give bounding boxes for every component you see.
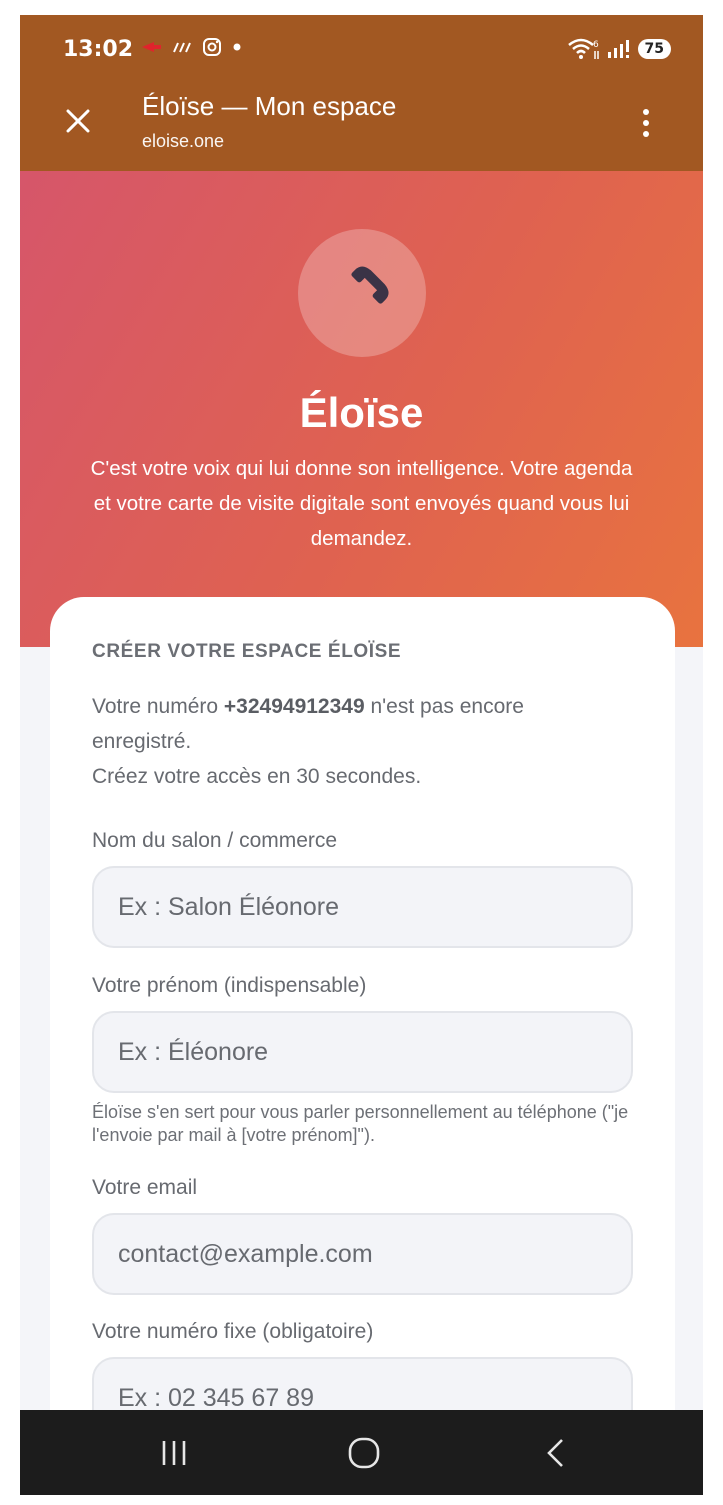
battery-indicator: 75 (637, 39, 671, 59)
app-url: eloise.one (142, 131, 225, 151)
signup-card: CRÉER VOTRE ESPACE ÉLOÏSE Votre numéro +… (50, 597, 675, 1495)
wifi-icon: 6 (567, 38, 599, 59)
hero-title: Éloïse (299, 389, 424, 436)
cell-signal-icon (607, 40, 629, 58)
firstname-label: Votre prénom (indispensable) (92, 974, 367, 997)
red-arrow-icon (142, 42, 161, 52)
close-icon (66, 109, 90, 133)
hero-subtitle: C'est votre voix qui lui donne son intel… (90, 457, 633, 550)
recent-apps-button[interactable] (144, 1430, 204, 1476)
home-button[interactable] (334, 1430, 394, 1476)
app-bar: Éloïse — Mon espace eloise.one (20, 87, 703, 171)
home-icon (348, 1437, 380, 1469)
back-icon (547, 1439, 563, 1467)
more-dot-icon (643, 120, 649, 126)
firstname-input[interactable] (92, 1011, 633, 1093)
hero-section: Éloïse C'est votre voix qui lui donne so… (20, 171, 703, 647)
status-time: 13:02 (63, 37, 134, 62)
recent-apps-icon (162, 1441, 186, 1465)
salon-input[interactable] (92, 866, 633, 948)
status-right: 6 75 (566, 37, 671, 61)
more-dot-icon (643, 131, 649, 137)
dot-icon (233, 43, 241, 51)
card-heading: CRÉER VOTRE ESPACE ÉLOÏSE (92, 641, 402, 662)
signal-lines-icon (173, 42, 191, 53)
notification-icons (140, 37, 242, 57)
phone-number: +32494912349 (223, 695, 365, 718)
hero-icon-circle (298, 229, 426, 357)
intro-prefix: Votre numéro (92, 695, 224, 718)
landline-label: Votre numéro fixe (obligatoire) (92, 1320, 374, 1343)
firstname-hint: Éloïse s'en sert pour vous parler person… (92, 1102, 629, 1145)
intro-text: Votre numéro +32494912349 n'est pas enco… (92, 689, 612, 794)
back-button[interactable] (526, 1430, 586, 1476)
system-nav-bar (20, 1410, 703, 1495)
svg-text:6: 6 (593, 40, 599, 50)
salon-label: Nom du salon / commerce (92, 829, 338, 852)
instagram-icon (203, 38, 221, 56)
close-button[interactable] (56, 99, 100, 143)
app-title: Éloïse — Mon espace (142, 91, 397, 121)
status-bar: 13:02 6 75 (20, 15, 703, 87)
more-dot-icon (643, 109, 649, 115)
phone-screen: 13:02 6 75 Éloïse — Mon espace eloise.on… (20, 15, 703, 1495)
email-input[interactable] (92, 1213, 633, 1295)
more-options-button[interactable] (631, 101, 661, 145)
phone-icon (351, 266, 389, 304)
email-label: Votre email (92, 1176, 198, 1199)
intro-line2: Créez votre accès en 30 secondes. (92, 765, 422, 788)
top-bar: 13:02 6 75 Éloïse — Mon espace eloise.on… (20, 15, 703, 171)
